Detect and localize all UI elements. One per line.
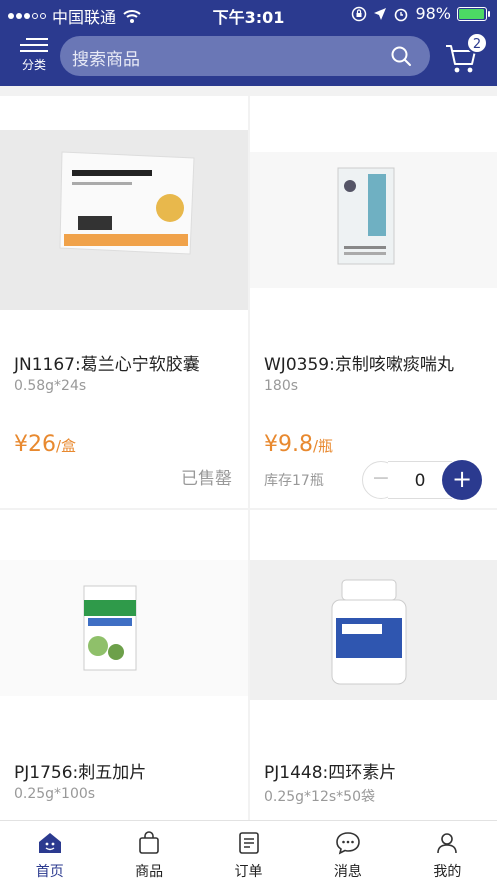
user-icon [437,833,458,854]
search-icon[interactable] [390,45,412,67]
price-symbol: ¥ [14,432,28,457]
status-right: 98% [351,4,490,23]
tab-products[interactable]: 商品 [99,821,198,883]
tab-messages[interactable]: 消息 [298,821,397,883]
tab-label: 订单 [234,864,263,880]
bottle-image [250,560,497,700]
product-spec: 0.25g*12s*50袋 [264,789,375,805]
battery-percent: 98% [415,4,451,23]
menu-icon [20,38,48,52]
product-title[interactable]: JN1167:葛兰心宁软胶囊 [14,350,200,375]
tab-label: 商品 [135,864,164,880]
status-bar: 中国联通 下午3:01 98% [0,0,497,28]
stock-label: 库存17瓶 [264,473,324,489]
product-image[interactable] [250,152,497,288]
category-menu-button[interactable]: 分类 [14,34,54,78]
product-card[interactable]: PJ1448:四环素片 0.25g*12s*50袋 [250,510,497,830]
cart-badge: 2 [466,32,488,54]
product-card[interactable]: PJ1756:刺五加片 0.25g*100s [0,510,248,830]
product-title[interactable]: PJ1448:四环素片 [264,758,396,783]
cart-button[interactable]: 2 [444,32,488,76]
tab-bar: 首页 商品 订单 消息 我的 [0,820,497,883]
price-symbol: ¥ [264,432,278,457]
message-icon [336,832,360,855]
tablet-box-image [0,560,248,696]
sold-out-label: 已售罄 [181,469,232,489]
increase-button[interactable]: + [442,460,482,500]
product-title[interactable]: WJ0359:京制咳嗽痰喘丸 [264,350,454,375]
search-input[interactable]: 搜索商品 [60,36,430,76]
product-spec: 0.58g*24s [14,378,87,394]
category-label: 分类 [21,58,46,72]
product-spec: 180s [264,378,299,394]
price-unit: /盒 [56,437,77,455]
product-price: ¥26/盒 [14,432,76,457]
tab-label: 我的 [433,864,462,880]
price-unit: /瓶 [313,437,334,455]
product-image[interactable] [0,560,248,696]
location-icon [374,7,387,20]
product-image[interactable] [250,560,497,700]
bag-icon [139,831,159,854]
product-title[interactable]: PJ1756:刺五加片 [14,758,146,783]
lock-rotation-icon [352,6,367,21]
order-icon [238,832,259,854]
tab-label: 消息 [333,864,362,880]
price-value: 26 [28,432,56,457]
product-card[interactable]: JN1167:葛兰心宁软胶囊 0.58g*24s ¥26/盒 已售罄 [0,96,248,508]
medicine-box-image [250,152,497,288]
capsule-box-image [0,130,248,310]
alarm-icon [395,8,408,21]
tab-home[interactable]: 首页 [0,821,99,883]
top-bar: 中国联通 下午3:01 98% 分类 搜索商品 2 [0,0,497,86]
tab-orders[interactable]: 订单 [199,821,298,883]
product-spec: 0.25g*100s [14,786,96,802]
search-placeholder: 搜索商品 [72,50,140,70]
tab-profile[interactable]: 我的 [398,821,497,883]
tab-label: 首页 [35,864,64,880]
product-card[interactable]: WJ0359:京制咳嗽痰喘丸 180s ¥9.8/瓶 库存17瓶 − 0 + [250,96,497,508]
product-image[interactable] [0,130,248,310]
price-value: 9.8 [278,432,313,457]
battery-icon [457,6,490,21]
quantity-stepper: − 0 + [362,460,482,500]
home-icon [38,833,61,853]
product-price: ¥9.8/瓶 [264,432,333,457]
